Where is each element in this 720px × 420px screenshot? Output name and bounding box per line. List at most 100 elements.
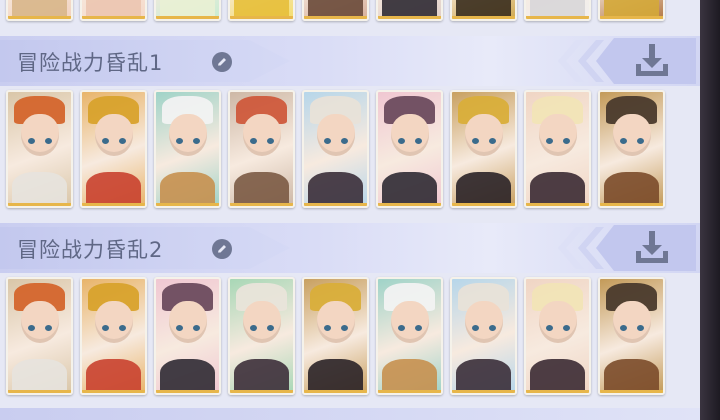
hero-eyes xyxy=(175,137,200,144)
hero-card[interactable] xyxy=(524,90,591,208)
hero-eyes xyxy=(27,137,52,144)
hero-outfit xyxy=(160,359,215,393)
hero-face xyxy=(94,114,133,157)
hero-card[interactable] xyxy=(376,90,443,208)
rarity-bar xyxy=(452,390,515,393)
hero-outfit xyxy=(12,172,67,206)
team-header-2[interactable]: 冒险战力昏乱2 xyxy=(0,223,700,273)
hero-face xyxy=(316,114,355,157)
hero-card[interactable] xyxy=(598,90,665,208)
hero-eyes xyxy=(249,324,274,331)
hero-card[interactable] xyxy=(154,277,221,395)
hero-face xyxy=(612,301,651,344)
hero-card[interactable] xyxy=(302,277,369,395)
hero-card[interactable] xyxy=(6,0,73,21)
hero-card[interactable] xyxy=(228,0,295,21)
hero-eyes xyxy=(397,137,422,144)
hero-card[interactable] xyxy=(228,90,295,208)
rarity-bar xyxy=(526,203,589,206)
hero-face xyxy=(316,301,355,344)
hero-outfit xyxy=(86,172,141,206)
hero-card[interactable] xyxy=(524,277,591,395)
hero-face xyxy=(464,114,503,157)
hero-face xyxy=(390,114,429,157)
hero-face xyxy=(538,114,577,157)
rarity-bar xyxy=(526,390,589,393)
hero-row-1 xyxy=(0,90,700,210)
download-icon[interactable] xyxy=(632,229,672,267)
hero-eyes xyxy=(545,137,570,144)
hero-outfit xyxy=(456,172,511,206)
hero-eyes xyxy=(471,137,496,144)
rarity-bar xyxy=(156,16,219,19)
hero-card[interactable] xyxy=(228,277,295,395)
rarity-bar xyxy=(452,16,515,19)
hero-card[interactable] xyxy=(154,90,221,208)
hero-face xyxy=(20,301,59,344)
rarity-bar xyxy=(156,390,219,393)
hero-eyes xyxy=(323,137,348,144)
hero-eyes xyxy=(175,324,200,331)
rarity-bar xyxy=(8,16,71,19)
edit-pencil-icon[interactable] xyxy=(212,239,232,259)
hero-outfit xyxy=(530,172,585,206)
hero-eyes xyxy=(471,324,496,331)
download-icon[interactable] xyxy=(632,42,672,80)
hero-face xyxy=(390,301,429,344)
rarity-bar xyxy=(600,16,663,19)
hero-face xyxy=(168,301,207,344)
hero-eyes xyxy=(323,324,348,331)
hero-card[interactable] xyxy=(80,0,147,21)
hero-card[interactable] xyxy=(302,90,369,208)
rarity-bar xyxy=(82,203,145,206)
hero-card[interactable] xyxy=(524,0,591,21)
hero-card[interactable] xyxy=(6,277,73,395)
hero-outfit xyxy=(12,359,67,393)
rarity-bar xyxy=(8,390,71,393)
hero-card[interactable] xyxy=(80,277,147,395)
rarity-bar xyxy=(378,16,441,19)
rarity-bar xyxy=(378,390,441,393)
hero-outfit xyxy=(308,359,363,393)
rarity-bar xyxy=(82,16,145,19)
rarity-bar xyxy=(600,203,663,206)
hero-card[interactable] xyxy=(376,0,443,21)
rarity-bar xyxy=(304,390,367,393)
team-presets-panel: 冒险战力昏乱1 冒险战力昏乱2 xyxy=(0,0,700,420)
rarity-bar xyxy=(230,203,293,206)
hero-face xyxy=(242,301,281,344)
rarity-bar xyxy=(526,16,589,19)
hero-eyes xyxy=(101,137,126,144)
rarity-bar xyxy=(452,203,515,206)
hero-card[interactable] xyxy=(598,0,665,21)
hero-card[interactable] xyxy=(376,277,443,395)
hero-face xyxy=(612,114,651,157)
rarity-bar xyxy=(304,16,367,19)
hero-face xyxy=(538,301,577,344)
hero-eyes xyxy=(545,324,570,331)
rarity-bar xyxy=(378,203,441,206)
hero-card[interactable] xyxy=(154,0,221,21)
hero-face xyxy=(20,114,59,157)
rarity-bar xyxy=(156,203,219,206)
rarity-bar xyxy=(82,390,145,393)
rarity-bar xyxy=(230,390,293,393)
hero-outfit xyxy=(86,359,141,393)
hero-face xyxy=(168,114,207,157)
hero-card[interactable] xyxy=(80,90,147,208)
hero-outfit xyxy=(160,172,215,206)
hero-eyes xyxy=(101,324,126,331)
hero-eyes xyxy=(249,137,274,144)
hero-outfit xyxy=(530,359,585,393)
hero-row-2 xyxy=(0,277,700,397)
hero-card[interactable] xyxy=(450,277,517,395)
hero-outfit xyxy=(382,172,437,206)
hero-card[interactable] xyxy=(450,90,517,208)
hero-card[interactable] xyxy=(450,0,517,21)
hero-card[interactable] xyxy=(598,277,665,395)
hero-eyes xyxy=(619,324,644,331)
team-header-1[interactable]: 冒险战力昏乱1 xyxy=(0,36,700,86)
edit-pencil-icon[interactable] xyxy=(212,52,232,72)
hero-card[interactable] xyxy=(6,90,73,208)
hero-card[interactable] xyxy=(302,0,369,21)
